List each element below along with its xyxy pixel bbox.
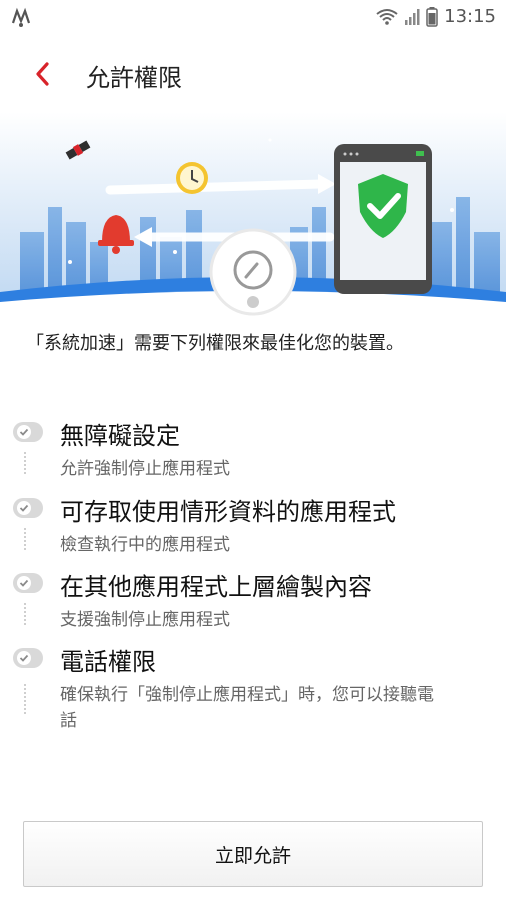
permission-description: 允許強制停止應用程式: [60, 459, 230, 479]
battery-icon: [426, 6, 438, 27]
divider-dots: [24, 452, 30, 474]
status-bar: 13:15: [0, 0, 506, 36]
permission-description: 確保執行「強制停止應用程式」時，您可以接聽電話: [60, 685, 434, 731]
permission-item-usage-access: 可存取使用情形資料的應用程式 檢查執行中的應用程式: [0, 488, 506, 562]
permission-description: 支援強制停止應用程式: [60, 610, 230, 630]
divider-dots: [24, 603, 30, 625]
divider-dots: [24, 528, 30, 550]
wifi-icon: [376, 8, 398, 25]
permission-description: 檢查執行中的應用程式: [60, 535, 230, 555]
chevron-left-icon[interactable]: [28, 56, 58, 92]
toggle-icon: [13, 648, 43, 668]
intro-text: 「系統加速」需要下列權限來最佳化您的裝置。: [26, 333, 404, 354]
allow-now-button[interactable]: 立即允許: [23, 821, 483, 887]
toggle-icon: [13, 498, 43, 518]
speed-boost-illustration: [0, 112, 506, 317]
status-time: 13:15: [444, 6, 496, 27]
page-title: 允許權限: [86, 64, 182, 92]
toggle-icon: [13, 573, 43, 593]
permission-item-draw-over-apps: 在其他應用程式上層繪製內容 支援強制停止應用程式: [0, 563, 506, 637]
permission-title: 在其他應用程式上層繪製內容: [60, 573, 372, 601]
permission-title: 電話權限: [60, 648, 156, 676]
toggle-icon: [13, 422, 43, 442]
permission-item-phone: 電話權限 確保執行「強制停止應用程式」時，您可以接聽電話: [0, 638, 506, 738]
divider-dots: [24, 684, 30, 714]
signal-icon: [405, 8, 420, 25]
app-notification-icon: [11, 7, 31, 27]
permission-title: 可存取使用情形資料的應用程式: [60, 498, 396, 526]
permission-item-accessibility: 無障礙設定 允許強制停止應用程式: [0, 412, 506, 486]
status-icons: 13:15: [376, 6, 496, 27]
permission-title: 無障礙設定: [60, 422, 180, 450]
app-header: 允許權限: [0, 36, 506, 112]
